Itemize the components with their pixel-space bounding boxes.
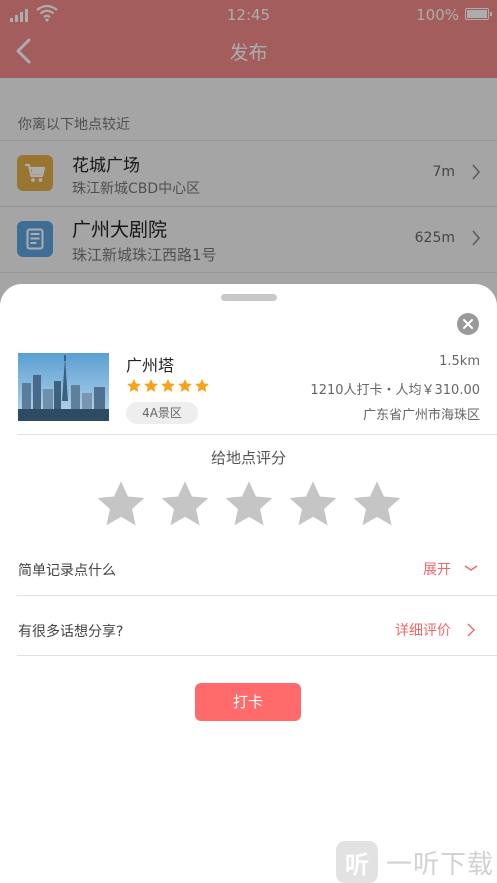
poi-area: 广东省广州市海珠区: [362, 408, 480, 423]
record-option-row[interactable]: 简单记录点什么 展开: [17, 545, 497, 595]
rate-star-icon[interactable]: [222, 478, 276, 532]
chevron-down-icon: [464, 565, 478, 571]
poi-distance: 1.5km: [439, 354, 480, 369]
poi-tag: 4A景区: [126, 402, 198, 424]
poi-rating: [126, 378, 210, 394]
rate-star-icon[interactable]: [94, 478, 148, 532]
divider: [17, 655, 497, 656]
chevron-right-icon: [467, 623, 475, 637]
close-button[interactable]: [457, 313, 479, 335]
rate-star-icon[interactable]: [350, 478, 404, 532]
rating-star-icon: [144, 379, 158, 392]
expand-link[interactable]: 展开: [423, 559, 451, 579]
watermark-logo: 听: [336, 841, 378, 883]
drag-handle[interactable]: [221, 294, 277, 301]
close-icon: [463, 319, 473, 329]
rate-star-icon[interactable]: [286, 478, 340, 532]
divider: [17, 595, 497, 596]
poi-stats: 1210人打卡・人均￥310.00: [310, 383, 480, 398]
rate-star-icon[interactable]: [158, 478, 212, 532]
rating-title: 给地点评分: [210, 449, 286, 467]
divider: [17, 434, 497, 435]
review-option-row[interactable]: 有很多话想分享? 详细评价: [17, 606, 497, 656]
poi-name: 广州塔: [126, 356, 175, 375]
rating-stars: [94, 478, 404, 532]
checkin-button[interactable]: 打卡: [195, 683, 301, 721]
rating-star-icon: [178, 379, 192, 392]
option-label: 简单记录点什么: [18, 563, 116, 579]
option-label: 有很多话想分享?: [18, 624, 124, 640]
watermark-text: 一听下载: [386, 849, 495, 880]
poi-photo: [18, 353, 109, 421]
watermark: 听 一听下载: [336, 840, 494, 883]
rating-star-icon: [127, 379, 141, 392]
rating-star-icon: [161, 379, 175, 392]
rating-star-icon: [195, 379, 209, 392]
checkin-sheet: 广州塔 4A景区 1.5km 1210人打卡・人均￥310.00 广东省广州市海…: [0, 284, 497, 883]
detailed-review-link[interactable]: 详细评价: [395, 620, 451, 640]
